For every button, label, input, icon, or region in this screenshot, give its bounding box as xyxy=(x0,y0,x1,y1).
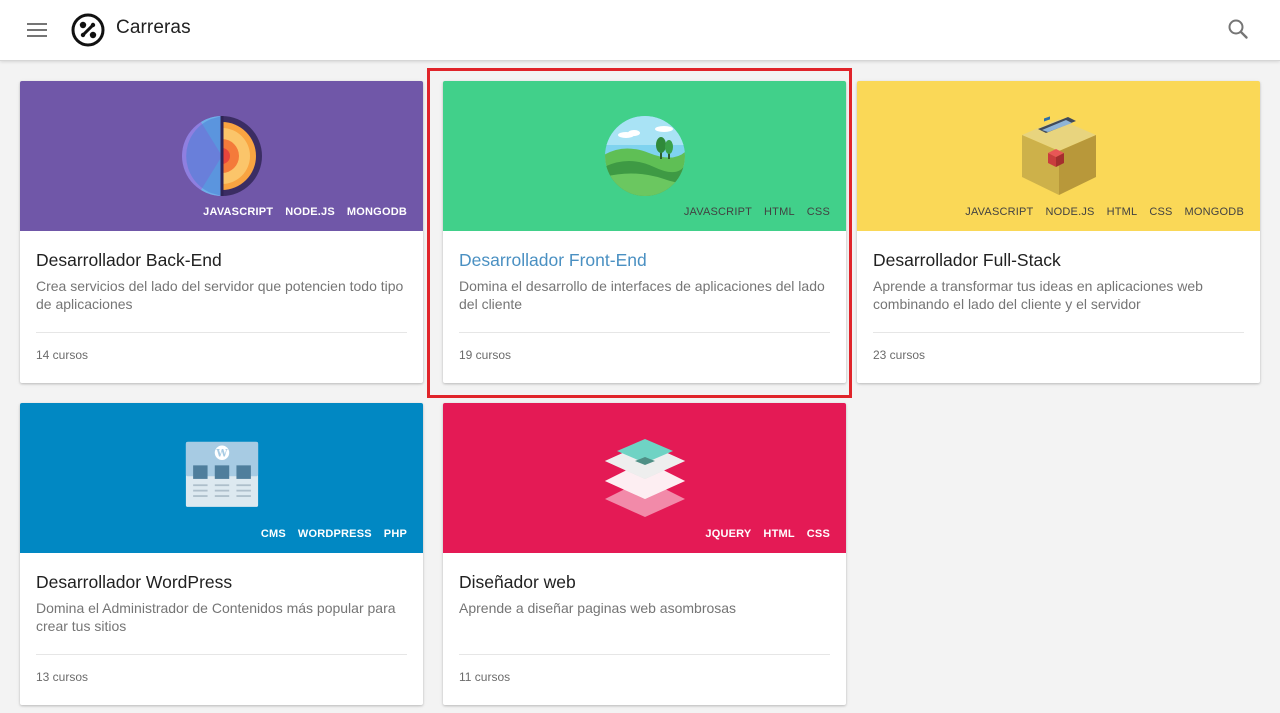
layers-icon xyxy=(605,439,685,517)
card-description: Domina el desarrollo de interfaces de ap… xyxy=(459,278,825,312)
tag-list: JQUERY HTML CSS xyxy=(705,528,830,540)
menu-icon[interactable] xyxy=(26,19,48,41)
tag: CSS xyxy=(806,206,830,218)
tag-list: CMS WORDPRESS PHP xyxy=(261,528,407,540)
logo-icon[interactable] xyxy=(71,13,105,47)
career-card-wordpress[interactable]: W CMS WORDPRESS PHP Desarrollador WordPr… xyxy=(20,403,423,705)
tag: NODE.JS xyxy=(285,206,335,218)
tag: CSS xyxy=(806,528,830,540)
card-description: Crea servicios del lado del servidor que… xyxy=(36,278,404,312)
tag: CSS xyxy=(1149,206,1173,218)
page-title: Carreras xyxy=(116,17,191,38)
career-card-backend[interactable]: JAVASCRIPT NODE.JS MONGODB Desarrollador… xyxy=(20,81,423,383)
card-hero: JAVASCRIPT NODE.JS HTML CSS MONGODB xyxy=(857,81,1260,231)
card-title[interactable]: Diseñador web xyxy=(459,571,830,593)
card-hero: JQUERY HTML CSS xyxy=(443,403,846,553)
divider xyxy=(459,332,830,333)
earth-core-icon xyxy=(182,116,262,196)
divider xyxy=(36,654,407,655)
career-card-frontend[interactable]: JAVASCRIPT HTML CSS Desarrollador Front-… xyxy=(443,81,846,383)
tag: MONGODB xyxy=(346,206,407,218)
course-count: 19 cursos xyxy=(459,348,512,362)
card-title[interactable]: Desarrollador Full-Stack xyxy=(873,249,1244,271)
card-description: Aprende a transformar tus ideas en aplic… xyxy=(873,278,1203,312)
tag: HTML xyxy=(763,528,795,540)
course-count: 11 cursos xyxy=(459,670,511,684)
tag: PHP xyxy=(383,528,407,540)
app-bar: Carreras xyxy=(0,0,1280,61)
tag: JAVASCRIPT xyxy=(203,206,274,218)
course-count: 23 cursos xyxy=(873,348,926,362)
career-card-fullstack[interactable]: JAVASCRIPT NODE.JS HTML CSS MONGODB Desa… xyxy=(857,81,1260,383)
tag-list: JAVASCRIPT NODE.JS MONGODB xyxy=(203,206,407,218)
divider xyxy=(873,332,1244,333)
divider xyxy=(36,332,407,333)
tag: JAVASCRIPT xyxy=(965,206,1034,218)
tag: NODE.JS xyxy=(1045,206,1095,218)
tag: JQUERY xyxy=(705,528,752,540)
divider xyxy=(459,654,830,655)
card-hero: W CMS WORDPRESS PHP xyxy=(20,403,423,553)
card-description: Domina el Administrador de Contenidos má… xyxy=(36,600,396,634)
card-hero: JAVASCRIPT HTML CSS xyxy=(443,81,846,231)
tag: HTML xyxy=(1106,206,1138,218)
tag: WORDPRESS xyxy=(297,528,372,540)
tag: JAVASCRIPT xyxy=(683,206,753,218)
card-title[interactable]: Desarrollador Back-End xyxy=(36,249,407,271)
course-count: 14 cursos xyxy=(36,348,89,362)
tag-list: JAVASCRIPT HTML CSS xyxy=(684,206,830,218)
svg-text:W: W xyxy=(215,448,228,459)
tag: MONGODB xyxy=(1184,206,1244,218)
card-title[interactable]: Desarrollador WordPress xyxy=(36,571,407,593)
career-card-web-design[interactable]: JQUERY HTML CSS Diseñador web Aprende a … xyxy=(443,403,846,705)
tag: CMS xyxy=(260,528,286,540)
card-hero: JAVASCRIPT NODE.JS MONGODB xyxy=(20,81,423,231)
landscape-icon xyxy=(605,116,685,196)
tag: HTML xyxy=(764,206,795,218)
card-description: Aprende a diseñar paginas web asombrosas xyxy=(459,600,737,616)
box-icon xyxy=(1022,116,1096,195)
card-title[interactable]: Desarrollador Front-End xyxy=(459,249,830,271)
tag-list: JAVASCRIPT NODE.JS HTML CSS MONGODB xyxy=(965,206,1244,218)
search-icon[interactable] xyxy=(1226,17,1250,41)
course-count: 13 cursos xyxy=(36,670,89,684)
wordpress-page-icon: W xyxy=(185,441,259,507)
